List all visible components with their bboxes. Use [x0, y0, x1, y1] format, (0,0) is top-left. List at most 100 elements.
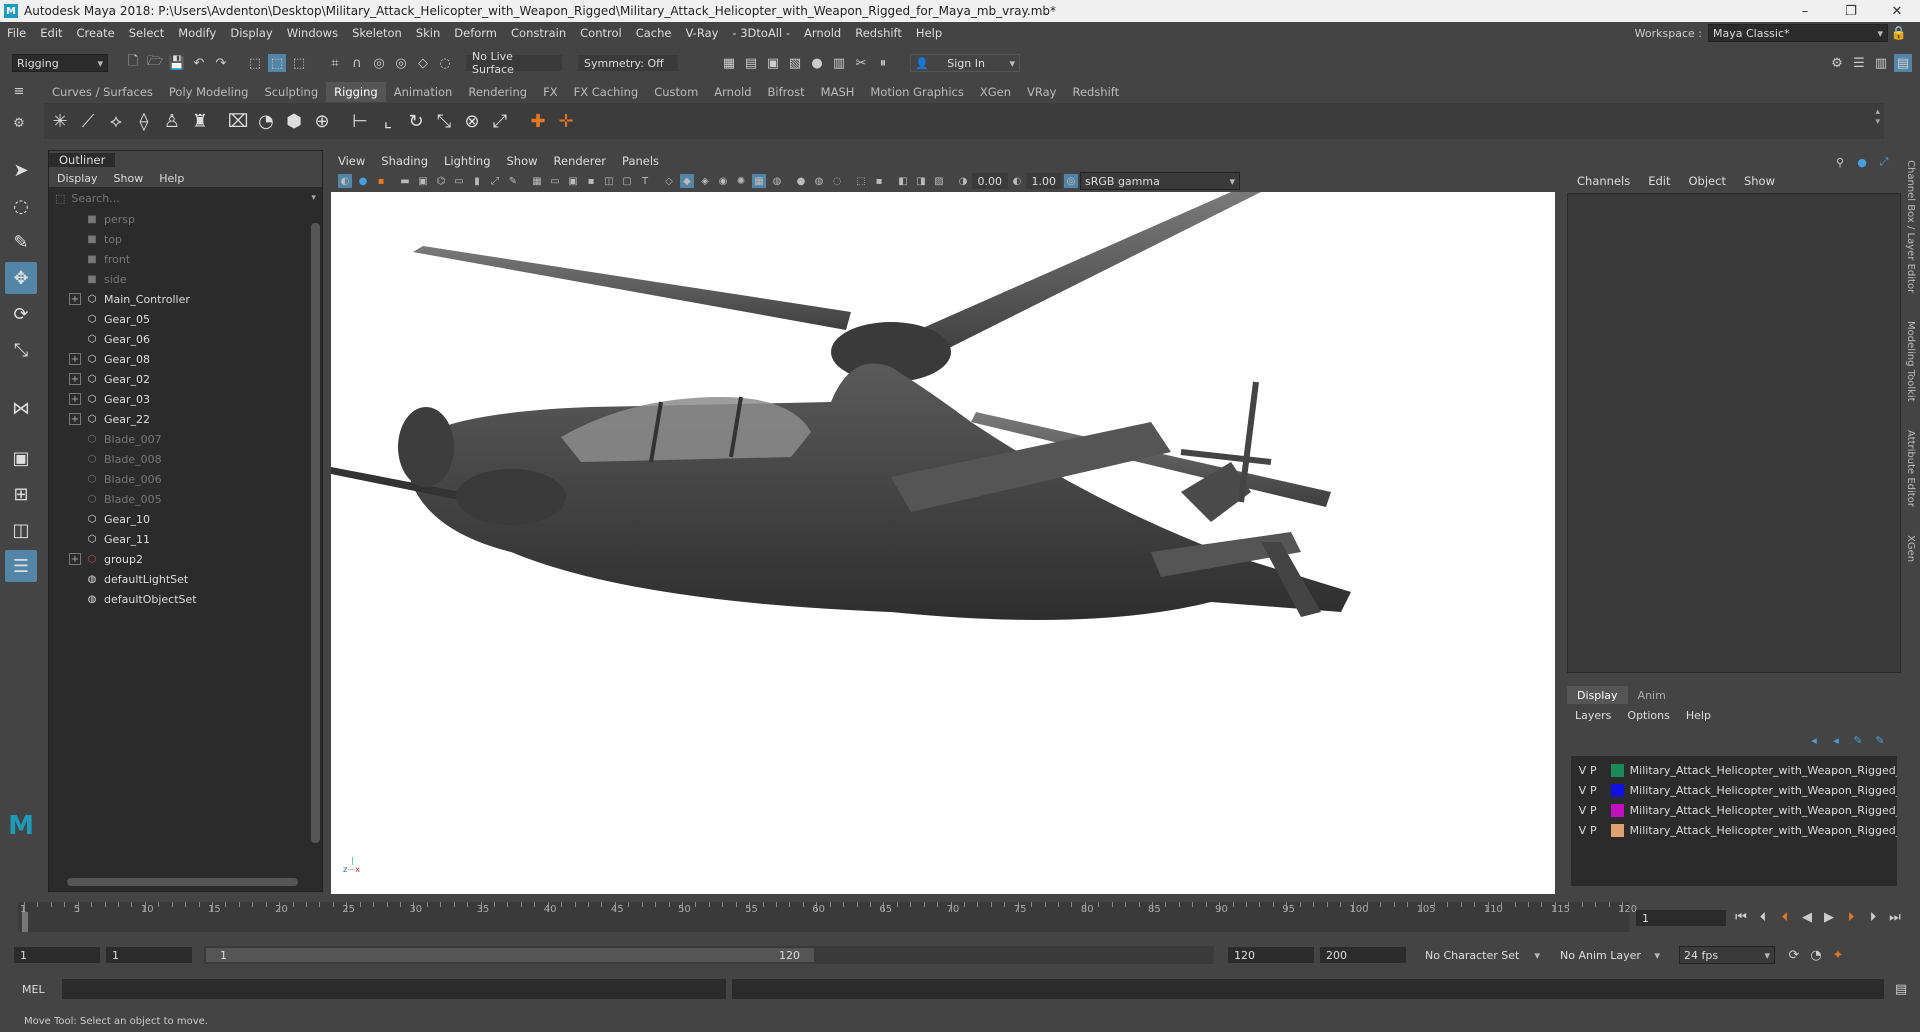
tool-settings-toggle-icon[interactable]: ▥	[1872, 54, 1890, 72]
scale-tool-icon[interactable]: ⤡	[5, 334, 37, 366]
expand-icon[interactable]: +	[69, 553, 81, 565]
snap-point-icon[interactable]: ◎	[370, 54, 388, 72]
viewport-menu-show[interactable]: Show	[499, 154, 546, 168]
menu-create[interactable]: Create	[70, 26, 122, 40]
current-frame-field[interactable]: 1	[1636, 910, 1726, 926]
outliner-layout-icon[interactable]: ☰	[5, 550, 37, 582]
smooth-shade-icon[interactable]: ◆	[680, 174, 694, 188]
lock-icon[interactable]: 🔒	[1890, 24, 1908, 42]
render-frame-icon[interactable]: ▤	[742, 54, 760, 72]
snap-view-icon[interactable]: ◎	[392, 54, 410, 72]
lasso-tool-icon[interactable]: ◌	[5, 190, 37, 222]
select-tool-icon[interactable]: ➤	[5, 154, 37, 186]
show-manipulator-icon[interactable]: ⋈	[5, 392, 37, 424]
bind-skin-icon[interactable]: ⌧	[224, 107, 252, 135]
four-view-icon[interactable]: ⊞	[5, 478, 37, 510]
select-hierarchy-icon[interactable]: ⬚	[246, 54, 264, 72]
current-time-marker[interactable]	[22, 912, 28, 932]
scene-start-field[interactable]: 1	[14, 947, 100, 963]
outliner-item[interactable]: + ⬡ group2	[49, 549, 322, 569]
side-tab-attribute-editor[interactable]: Attribute Editor	[1905, 430, 1916, 507]
channel-box-toggle-icon[interactable]: ▤	[1894, 54, 1912, 72]
select-component-icon[interactable]: ⬚	[290, 54, 308, 72]
outliner-item[interactable]: ⬡ Gear_06	[49, 329, 322, 349]
new-layer-selected-icon[interactable]: ✎	[1871, 731, 1889, 749]
layer-playback-toggle[interactable]: P	[1588, 804, 1599, 817]
loop-icon[interactable]: ⟳	[1785, 946, 1803, 964]
shelf-settings-icon[interactable]: ⚙	[10, 114, 28, 132]
outliner-item[interactable]: ⬡ Blade_005	[49, 489, 322, 509]
shadows-icon[interactable]: ▦	[752, 174, 766, 188]
layer-menu-layers[interactable]: Layers	[1567, 709, 1619, 722]
layer-playback-toggle[interactable]: P	[1588, 784, 1599, 797]
new-scene-icon[interactable]: 🗋	[124, 54, 142, 72]
outliner-item[interactable]: + ⬡ Main_Controller	[49, 289, 322, 309]
pole-vector-icon[interactable]: ⤢	[486, 107, 514, 135]
anim-layer-dropdown[interactable]: No Anim Layer	[1555, 946, 1665, 964]
camera-lock-icon[interactable]: ⌬	[434, 174, 448, 188]
symmetry-field[interactable]: Symmetry: Off	[578, 55, 678, 71]
outliner-item[interactable]: ⬡ Gear_11	[49, 529, 322, 549]
channel-menu-object[interactable]: Object	[1680, 174, 1735, 188]
menuset-dropdown[interactable]: Rigging	[12, 54, 108, 72]
new-layer-icon[interactable]: ✎	[1849, 731, 1867, 749]
ipr-render-icon[interactable]: ▣	[764, 54, 782, 72]
outliner-item[interactable]: ◍ defaultLightSet	[49, 569, 322, 589]
layer-visibility-toggle[interactable]: V	[1577, 764, 1588, 777]
grid-icon[interactable]: ▦	[530, 174, 544, 188]
shelf-menu-icon[interactable]: ≡	[10, 82, 28, 100]
viewport-3d[interactable]: | z—x	[331, 192, 1555, 894]
joint-tool-icon[interactable]: ✳	[46, 107, 74, 135]
outliner-item[interactable]: ■ front	[49, 249, 322, 269]
safe-action-icon[interactable]: ▢	[620, 174, 634, 188]
menu-cache[interactable]: Cache	[629, 26, 679, 40]
two-view-icon[interactable]: ◫	[5, 514, 37, 546]
shelf-scroll-icon[interactable]: ▴ ▾	[1875, 107, 1880, 127]
color-management-icon[interactable]: ◎	[1064, 174, 1078, 188]
gate-mask-icon[interactable]: ▪	[584, 174, 598, 188]
camera-icon[interactable]: ▬	[398, 174, 412, 188]
outliner-hscroll[interactable]	[55, 877, 310, 887]
outliner-item[interactable]: + ⬡ Gear_02	[49, 369, 322, 389]
play-backwards-icon[interactable]: ◀	[1798, 908, 1816, 926]
shelf-tab-fx[interactable]: FX	[535, 82, 566, 102]
vray-render-icon[interactable]: ▥	[830, 54, 848, 72]
pause-icon[interactable]: ⏸	[874, 54, 892, 72]
expand-icon[interactable]: +	[69, 353, 81, 365]
menu-skin[interactable]: Skin	[409, 26, 447, 40]
layer-visibility-toggle[interactable]: V	[1577, 804, 1588, 817]
gamma-field[interactable]: 1.00	[1026, 173, 1062, 189]
outliner-vscroll[interactable]	[311, 213, 320, 863]
exposure-icon[interactable]: ◑	[956, 174, 970, 188]
menu-constrain[interactable]: Constrain	[504, 26, 573, 40]
layer-row[interactable]: V P Military_Attack_Helicopter_with_Weapon…	[1571, 780, 1897, 800]
layer-tab-display[interactable]: Display	[1567, 686, 1628, 704]
fps-dropdown[interactable]: 24 fps	[1679, 946, 1775, 964]
shelf-tab-poly-modeling[interactable]: Poly Modeling	[161, 82, 257, 102]
quick-rig-icon[interactable]: ⟠	[130, 107, 158, 135]
menu-display[interactable]: Display	[223, 26, 279, 40]
paint-select-icon[interactable]: ✎	[5, 226, 37, 258]
auto-key-icon[interactable]: ◔	[1807, 946, 1825, 964]
shelf-tab-curves-surfaces[interactable]: Curves / Surfaces	[44, 82, 161, 102]
bookmark2-icon[interactable]: ▮	[470, 174, 484, 188]
channel-box-pin-icon[interactable]: ⤢	[1875, 153, 1893, 171]
shelf-tab-arnold[interactable]: Arnold	[706, 82, 759, 102]
render-settings-icon[interactable]: ▧	[786, 54, 804, 72]
viewport-menu-lighting[interactable]: Lighting	[436, 154, 498, 168]
snap-projected-icon[interactable]: ◌	[436, 54, 454, 72]
menu-redshift[interactable]: Redshift	[848, 26, 909, 40]
open-scene-icon[interactable]: 🗁	[146, 54, 164, 72]
safe-title-icon[interactable]: T	[638, 174, 652, 188]
locator-icon[interactable]: ✚	[524, 107, 552, 135]
expand-icon[interactable]: +	[69, 413, 81, 425]
step-back-key-icon[interactable]: ⏴	[1754, 908, 1772, 926]
layer-row[interactable]: V P Military_Attack_Helicopter_with_Weapon…	[1571, 800, 1897, 820]
shelf-tab-mash[interactable]: MASH	[813, 82, 863, 102]
ik-spline-icon[interactable]: ⟡	[102, 107, 130, 135]
ambient-occlusion-icon[interactable]: ◍	[770, 174, 784, 188]
rotate-tool-icon[interactable]: ⟳	[5, 298, 37, 330]
shelf-tab-sculpting[interactable]: Sculpting	[256, 82, 326, 102]
side-tab-modeling-toolkit[interactable]: Modeling Toolkit	[1905, 321, 1916, 402]
channel-box-hierarchy-icon[interactable]: ⚲	[1831, 153, 1849, 171]
